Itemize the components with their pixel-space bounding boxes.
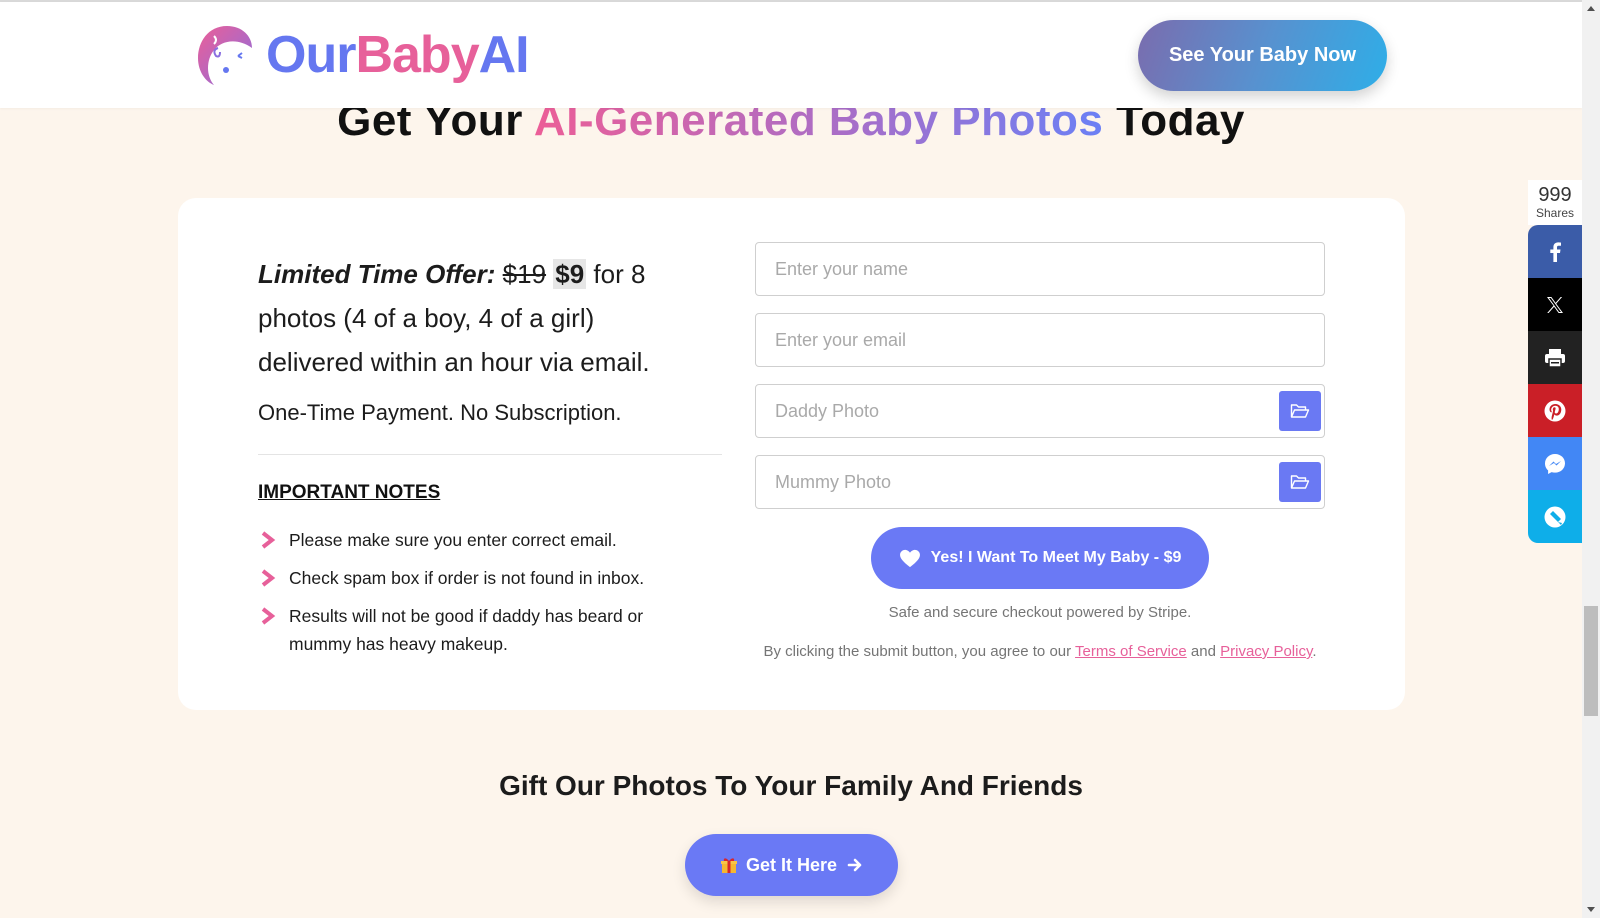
share-sidebar: 999 Shares [1528,180,1582,543]
submit-order-button[interactable]: Yes! I Want To Meet My Baby - $9 [871,527,1209,589]
scroll-up-button[interactable] [1582,0,1600,17]
mummy-photo-input[interactable] [756,456,1324,508]
folder-open-icon [1290,404,1310,418]
share-count-label: Shares [1535,206,1575,220]
notes-list: Please make sure you enter correct email… [258,526,698,668]
agree-suffix: . [1312,643,1317,660]
payment-note: One-Time Payment. No Subscription. [258,400,622,425]
share-x-button[interactable] [1528,278,1582,331]
offer-label: Limited Time Offer: [258,259,496,289]
share-print-button[interactable] [1528,331,1582,384]
order-form: Yes! I Want To Meet My Baby - $9 Safe an… [755,242,1325,660]
heart-icon [899,549,920,567]
note-text: Please make sure you enter correct email… [289,530,617,550]
agreement-text: By clicking the submit button, you agree… [755,643,1325,660]
share-facebook-button[interactable] [1528,225,1582,278]
chevron-right-icon [261,569,276,587]
share-count: 999 Shares [1528,180,1582,225]
logo-link[interactable]: OurBabyAI [194,22,530,88]
share-messenger-button[interactable] [1528,437,1582,490]
scroll-down-button[interactable] [1582,901,1600,918]
share-pinterest-button[interactable] [1528,384,1582,437]
get-it-here-label: Get It Here [745,854,838,875]
name-input[interactable] [756,243,1324,295]
agree-middle: and [1186,643,1221,660]
share-count-number: 999 [1538,184,1572,206]
share-copy-link-button[interactable] [1528,490,1582,543]
logo-part-ai: AI [478,26,530,84]
daddy-photo-field [755,384,1325,438]
daddy-photo-upload-button[interactable] [1279,391,1321,431]
print-icon [1545,348,1565,368]
note-item: Please make sure you enter correct email… [258,526,698,554]
note-text: Check spam box if order is not found in … [289,568,645,588]
email-field [755,313,1325,367]
terms-link[interactable]: Terms of Service [1075,643,1187,660]
gift-title: Gift Our Photos To Your Family And Frien… [499,770,1083,801]
new-price: $9 [553,259,587,289]
submit-wrap: Yes! I Want To Meet My Baby - $9 [755,527,1325,589]
chevron-right-icon [261,607,276,625]
mummy-photo-field [755,455,1325,509]
x-icon [1547,296,1563,313]
see-your-baby-button[interactable]: See Your Baby Now [1138,20,1387,91]
page-scrollbar[interactable] [1582,0,1600,918]
copy-link-icon [1544,506,1566,527]
secure-checkout-text: Safe and secure checkout powered by Stri… [888,604,1192,621]
arrow-right-icon [847,858,862,872]
submit-label: Yes! I Want To Meet My Baby - $9 [930,549,1182,566]
daddy-photo-input[interactable] [756,385,1324,437]
page: OurBabyAI See Your Baby Now Get Your AI-… [0,0,1582,918]
mummy-photo-upload-button[interactable] [1279,462,1321,502]
chevron-right-icon [261,531,276,549]
pinterest-icon [1544,400,1566,421]
logo-part-our: Our [266,26,356,84]
note-item: Results will not be good if daddy has be… [258,602,698,658]
email-input[interactable] [756,314,1324,366]
note-text: Results will not be good if daddy has be… [289,606,644,654]
triangle-down-icon [1587,907,1595,912]
logo-text: OurBabyAI [266,26,530,84]
name-field [755,242,1325,296]
get-it-here-button[interactable]: Get It Here [685,834,898,896]
old-price: $19 [502,259,547,289]
baby-face-logo-icon [198,26,252,85]
site-header: OurBabyAI See Your Baby Now [0,2,1582,108]
folder-open-icon [1290,475,1310,489]
offer-text: Limited Time Offer: $19 $9 for 8 photos … [258,252,688,384]
privacy-link[interactable]: Privacy Policy [1220,643,1312,660]
logo-part-baby: Baby [355,26,479,84]
scrollbar-thumb[interactable] [1584,606,1598,716]
facebook-icon [1550,241,1561,262]
gift-icon [720,858,737,873]
triangle-up-icon [1587,6,1595,11]
order-card: Limited Time Offer: $19 $9 for 8 photos … [178,198,1405,710]
note-item: Check spam box if order is not found in … [258,564,698,592]
agree-prefix: By clicking the submit button, you agree… [763,643,1076,660]
messenger-icon [1545,453,1565,474]
notes-title: IMPORTANT NOTES [258,482,441,503]
divider [258,454,722,455]
